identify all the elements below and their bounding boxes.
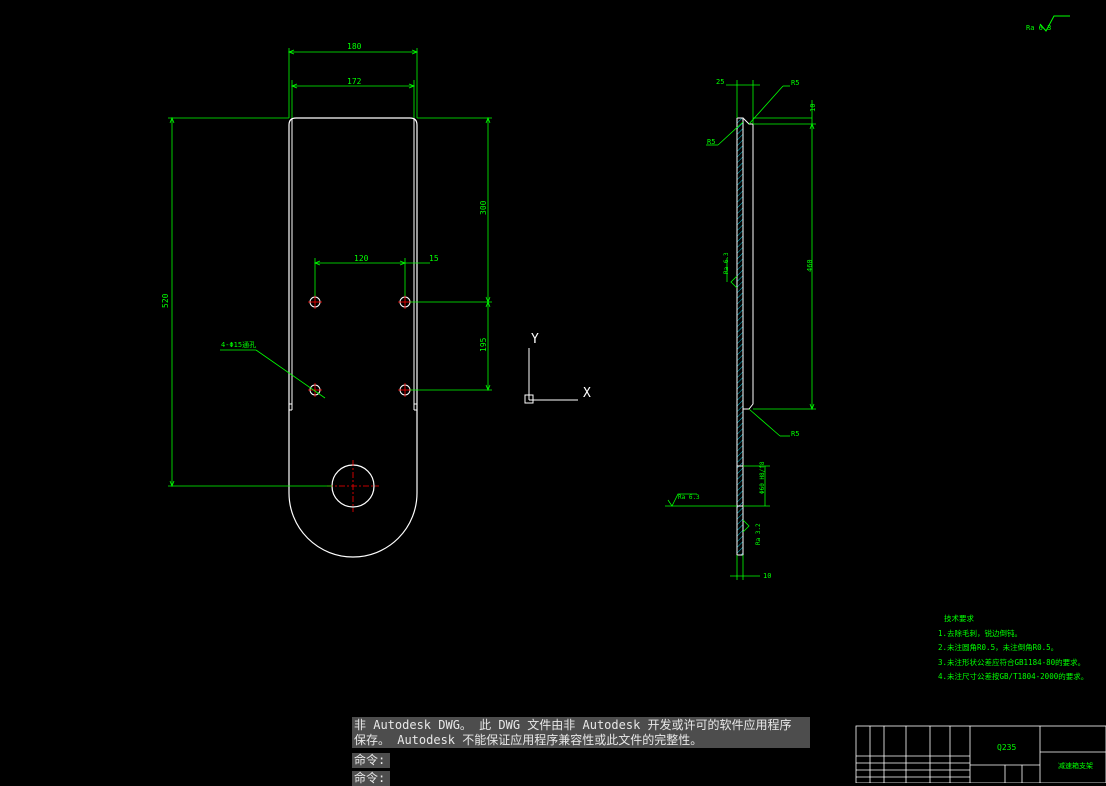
side-rough-mid: Ra 6.3 xyxy=(723,252,730,274)
title-block-part-name: 减速箱支架 xyxy=(1058,761,1093,770)
side-dim-lower-r: R5 xyxy=(791,430,799,438)
dim-width-outer-text: 180 xyxy=(347,42,362,51)
side-dim-bottom: 10 xyxy=(763,572,771,580)
dim-hole-spacing[interactable] xyxy=(313,258,430,296)
dim-height-total[interactable] xyxy=(168,116,332,488)
side-dim-top-thick: 10 xyxy=(809,104,817,112)
command-warning-line2: 保存。 Autodesk 不能保证应用程序兼容性或此文件的完整性。 xyxy=(354,733,703,747)
side-rough-left: Ra 6.3 xyxy=(678,494,700,501)
front-view[interactable]: 180 172 520 300 195 120 15 4-Φ15通孔 xyxy=(161,42,492,558)
command-prompt-input[interactable]: 命令: xyxy=(352,771,390,786)
side-hole-dim: Φ60 H8/f8 xyxy=(759,461,766,494)
command-prompt-1[interactable]: 命令: xyxy=(352,753,390,768)
side-view-section-hatch xyxy=(737,118,743,555)
command-warning-line1: 非 Autodesk DWG。 此 DWG 文件由非 Autodesk 开发或许… xyxy=(354,718,792,732)
command-history-panel[interactable]: 非 Autodesk DWG。 此 DWG 文件由非 Autodesk 开发或许… xyxy=(352,717,810,748)
dim-hole-offset-text: 15 xyxy=(429,254,439,263)
title-block[interactable] xyxy=(855,725,1106,783)
hole-top-right[interactable] xyxy=(398,295,412,309)
dim-right-upper-text: 300 xyxy=(479,200,488,215)
dim-height-total-text: 520 xyxy=(161,293,170,308)
roughness-symbol-top: Ra 6.3 xyxy=(1026,15,1070,32)
side-rough-bottom: Ra 3.2 xyxy=(755,523,762,545)
tech-requirements: 技术要求 1.去除毛刺，锐边倒钝。 2.未注圆角R0.5，未注倒角R0.5。 3… xyxy=(938,612,1088,685)
tech-requirements-title: 技术要求 xyxy=(944,614,974,623)
dim-width-inner-text: 172 xyxy=(347,77,362,86)
side-dim-top-right: R5 xyxy=(791,79,799,87)
dim-hole-spacing-text: 120 xyxy=(354,254,369,263)
hole-note-leader[interactable] xyxy=(220,349,326,399)
tech-requirement-item: 4.未注尺寸公差按GB/T1804-2000的要求。 xyxy=(938,672,1089,682)
side-view[interactable]: 25 R5 10 R5 460 R5 10 Ra 6.3 Ra 6.3 Ra 3… xyxy=(665,78,817,580)
hole-note-text: 4-Φ15通孔 xyxy=(221,340,256,349)
dim-right-lower-text: 195 xyxy=(479,337,488,352)
large-bore-hole[interactable] xyxy=(327,460,379,512)
ucs-y-label: Y xyxy=(531,332,539,347)
hole-bottom-right[interactable] xyxy=(398,383,412,397)
side-dim-top-left: 25 xyxy=(716,78,724,86)
ucs-icon xyxy=(524,348,578,404)
tech-requirement-item: 2.未注圆角R0.5，未注倒角R0.5。 xyxy=(938,643,1059,653)
roughness-top-text: Ra 6.3 xyxy=(1026,24,1051,32)
tech-requirement-item: 3.未注形状公差应符合GB1184-80的要求。 xyxy=(938,657,1086,667)
title-block-material: Q235 xyxy=(997,743,1016,752)
side-dim-left-r: R5 xyxy=(707,138,715,146)
front-view-outline[interactable] xyxy=(288,117,418,558)
hole-top-left[interactable] xyxy=(308,295,322,309)
ucs-x-label: X xyxy=(583,386,591,401)
side-dim-height: 460 xyxy=(806,259,814,272)
tech-requirement-item: 1.去除毛刺，锐边倒钝。 xyxy=(938,628,1023,638)
